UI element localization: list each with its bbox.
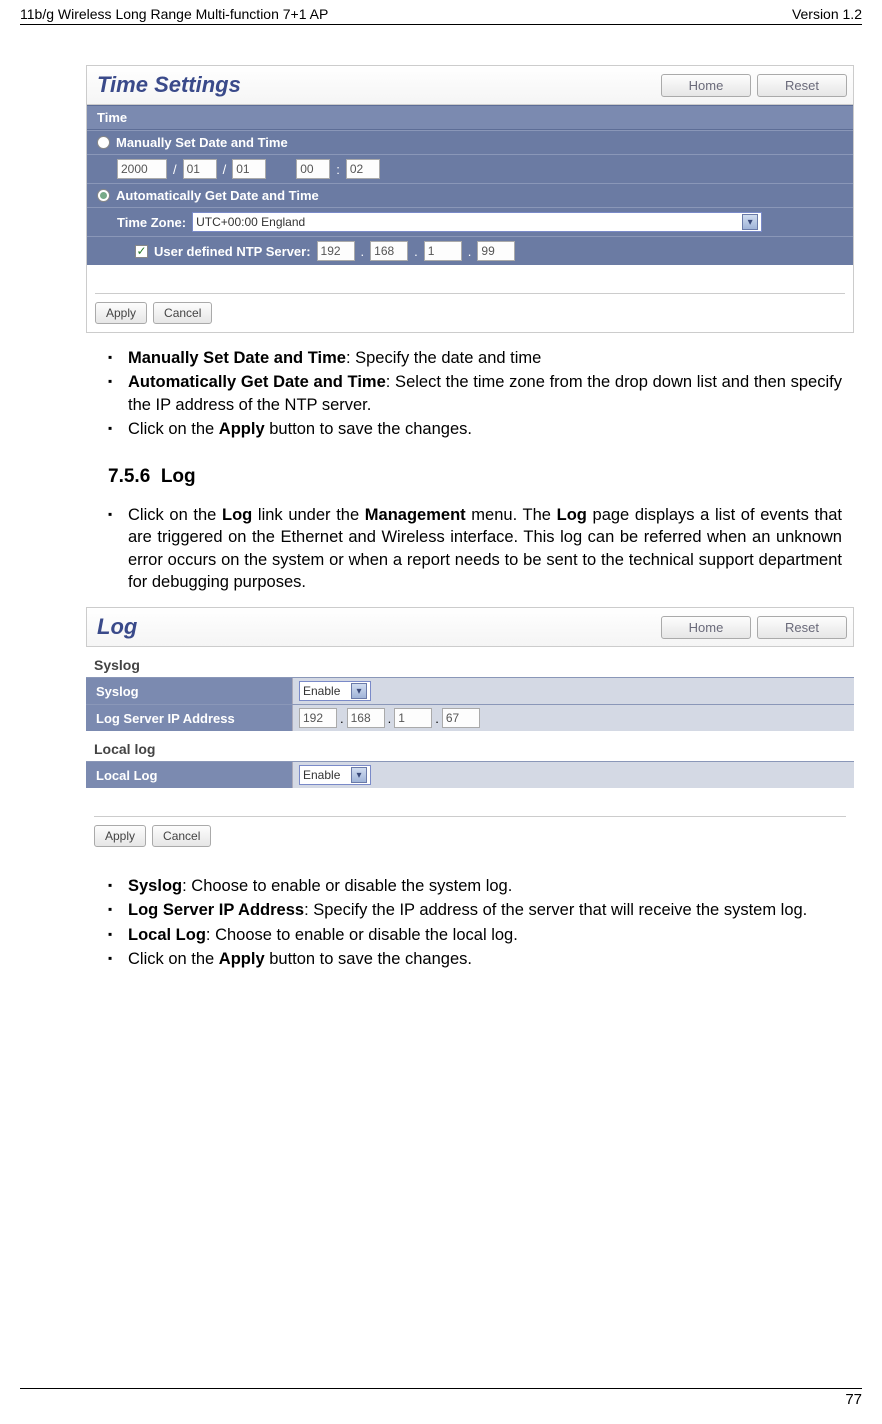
- ntp-checkbox[interactable]: [135, 245, 148, 258]
- log-ip2[interactable]: 168: [347, 708, 385, 728]
- ntp-label: User defined NTP Server:: [154, 244, 311, 259]
- auto-radio[interactable]: [97, 189, 110, 202]
- home-button[interactable]: Home: [661, 74, 751, 97]
- syslog-subhead: Syslog: [86, 647, 854, 677]
- doc-header-left: 11b/g Wireless Long Range Multi-function…: [20, 6, 328, 22]
- reset-button[interactable]: Reset: [757, 616, 847, 639]
- day-input[interactable]: 01: [232, 159, 266, 179]
- apply-button[interactable]: Apply: [94, 825, 146, 847]
- panel-title: Time Settings: [97, 72, 241, 98]
- list-item: Local Log: Choose to enable or disable t…: [108, 924, 842, 946]
- doc-header-right: Version 1.2: [792, 6, 862, 22]
- dot: .: [414, 244, 418, 259]
- log-ip1[interactable]: 192: [299, 708, 337, 728]
- syslog-label: Syslog: [86, 680, 292, 703]
- log-server-ip-label: Log Server IP Address: [86, 707, 292, 730]
- locallog-select[interactable]: Enable ▾: [299, 765, 371, 785]
- apply-button[interactable]: Apply: [95, 302, 147, 324]
- sep: /: [223, 162, 227, 177]
- list-item: Automatically Get Date and Time: Select …: [108, 371, 842, 416]
- cancel-button[interactable]: Cancel: [152, 825, 211, 847]
- page-number: 77: [20, 1389, 862, 1408]
- log-ip3[interactable]: 1: [394, 708, 432, 728]
- sep: :: [336, 162, 340, 177]
- panel-title: Log: [97, 614, 137, 640]
- list-item: Syslog: Choose to enable or disable the …: [108, 875, 842, 897]
- ntp-ip2[interactable]: 168: [370, 241, 408, 261]
- dot: .: [340, 711, 344, 726]
- hour-input[interactable]: 00: [296, 159, 330, 179]
- manual-label: Manually Set Date and Time: [116, 135, 288, 150]
- section-heading: 7.5.6 Log: [108, 466, 842, 488]
- reset-button[interactable]: Reset: [757, 74, 847, 97]
- locallog-subhead: Local log: [86, 731, 854, 761]
- timezone-label: Time Zone:: [117, 215, 186, 230]
- chevron-down-icon: ▾: [742, 214, 758, 230]
- syslog-select[interactable]: Enable ▾: [299, 681, 371, 701]
- list-item: Manually Set Date and Time: Specify the …: [108, 347, 842, 369]
- ntp-ip1[interactable]: 192: [317, 241, 355, 261]
- timezone-select[interactable]: UTC+00:00 England ▾: [192, 212, 762, 232]
- log-panel: Log Home Reset Syslog Syslog Enable ▾ Lo…: [86, 607, 854, 855]
- auto-label: Automatically Get Date and Time: [116, 188, 319, 203]
- minute-input[interactable]: 02: [346, 159, 380, 179]
- month-input[interactable]: 01: [183, 159, 217, 179]
- log-ip4[interactable]: 67: [442, 708, 480, 728]
- manual-radio[interactable]: [97, 136, 110, 149]
- ntp-ip4[interactable]: 99: [477, 241, 515, 261]
- section-time: Time: [87, 105, 853, 130]
- dot: .: [388, 711, 392, 726]
- header-rule: [20, 24, 862, 25]
- list-item: Log Server IP Address: Specify the IP ad…: [108, 899, 842, 921]
- chevron-down-icon: ▾: [351, 767, 367, 783]
- list-item: Click on the Apply button to save the ch…: [108, 948, 842, 970]
- year-input[interactable]: 2000: [117, 159, 167, 179]
- locallog-label: Local Log: [86, 764, 292, 787]
- dot: .: [361, 244, 365, 259]
- dot: .: [468, 244, 472, 259]
- time-settings-panel: Time Settings Home Reset Time Manually S…: [86, 65, 854, 333]
- timezone-value: UTC+00:00 England: [196, 215, 305, 229]
- list-item: Click on the Apply button to save the ch…: [108, 418, 842, 440]
- ntp-ip3[interactable]: 1: [424, 241, 462, 261]
- sep: /: [173, 162, 177, 177]
- chevron-down-icon: ▾: [351, 683, 367, 699]
- dot: .: [435, 711, 439, 726]
- list-item: Click on the Log link under the Manageme…: [108, 504, 842, 593]
- cancel-button[interactable]: Cancel: [153, 302, 212, 324]
- home-button[interactable]: Home: [661, 616, 751, 639]
